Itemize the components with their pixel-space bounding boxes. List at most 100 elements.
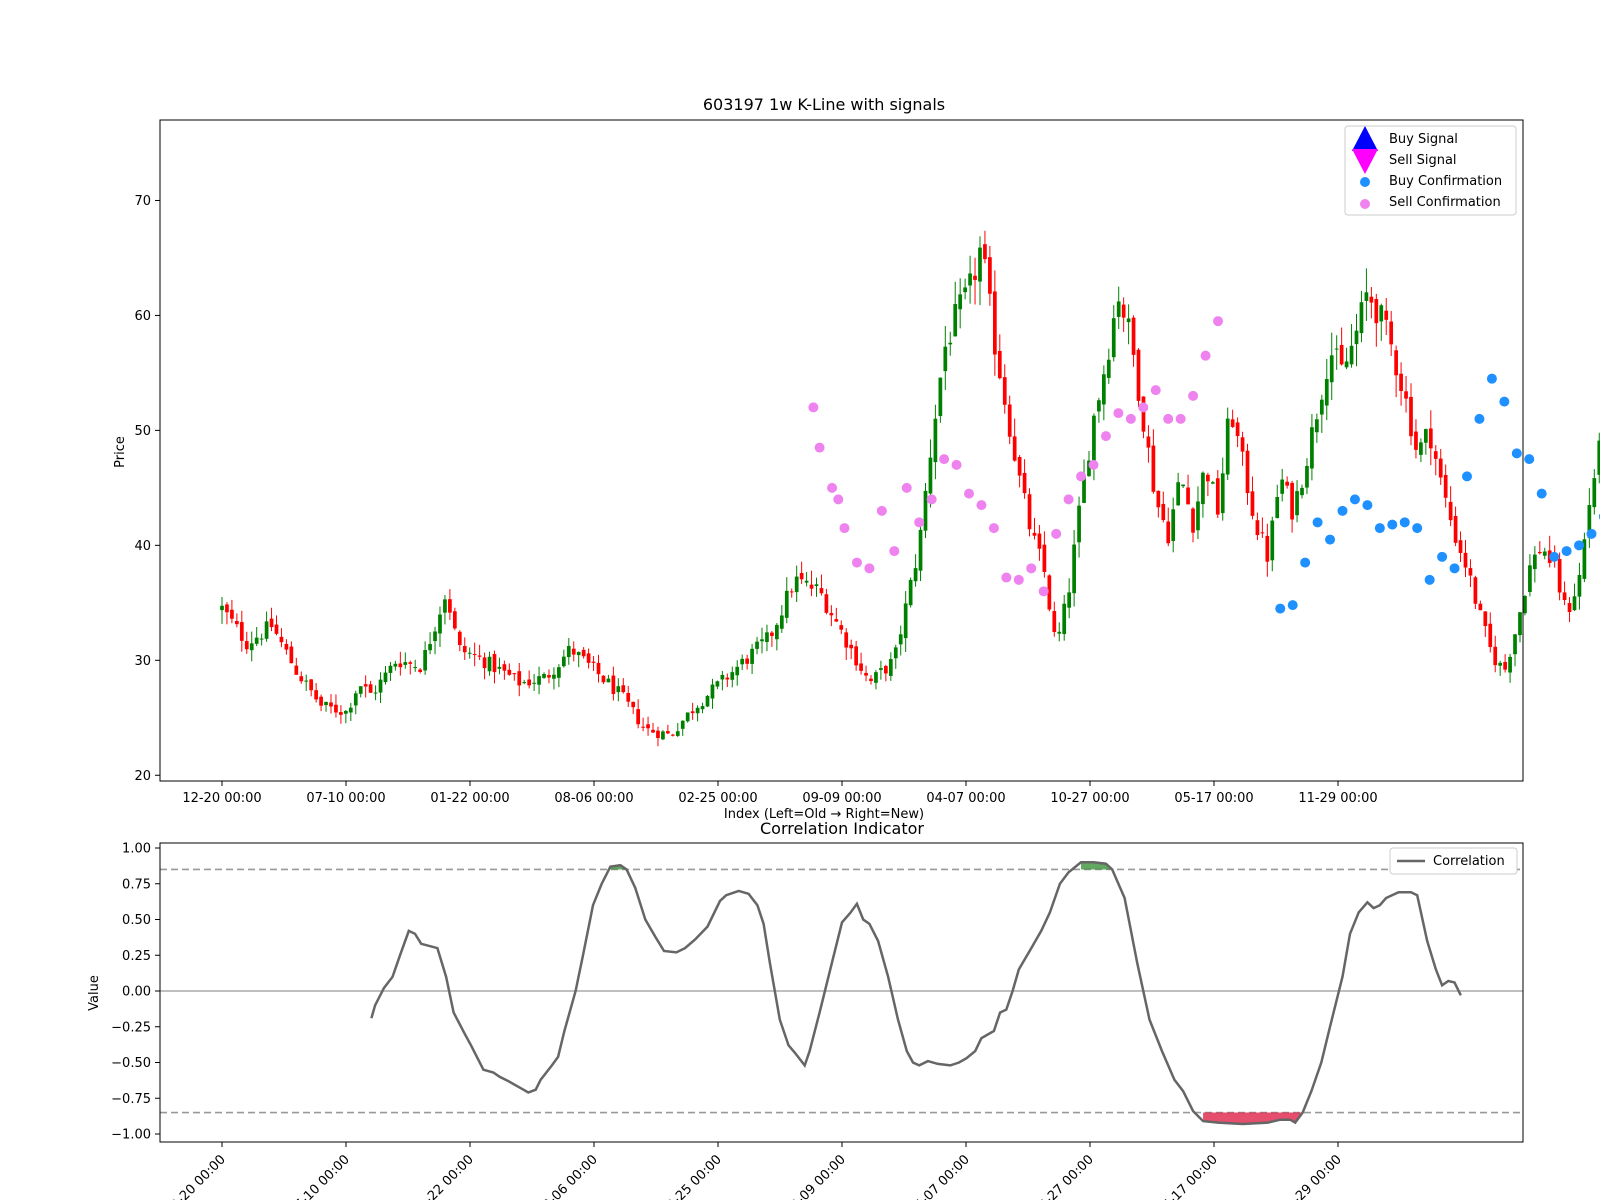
candle-body: [527, 679, 532, 686]
candle-body: [784, 590, 789, 618]
candle-body: [631, 701, 636, 708]
candle-body: [552, 674, 556, 679]
correlation-legend: Correlation: [1389, 847, 1518, 875]
candle-body: [804, 580, 809, 583]
candle-body: [1409, 396, 1413, 437]
candle-body: [1225, 418, 1230, 475]
sell-confirmation-point: [964, 488, 974, 499]
candle-body: [740, 658, 745, 665]
candle-body: [512, 673, 517, 675]
sell-confirmation-point: [1038, 586, 1049, 597]
candle-body: [908, 579, 913, 606]
sell-confirmation-point: [1188, 390, 1199, 401]
candle-body: [353, 693, 358, 706]
candle-body: [1532, 554, 1537, 570]
correlation-y-tick-label: 0.75: [122, 877, 151, 892]
candle-body: [670, 734, 675, 736]
sell-confirmation-point: [827, 482, 838, 493]
correlation-y-tick-label: 0.25: [122, 949, 151, 964]
candle-body: [348, 707, 353, 713]
candle-body: [1002, 377, 1007, 405]
candle-body: [1483, 611, 1488, 627]
candle-body: [373, 692, 378, 694]
candle-body: [235, 621, 239, 625]
buy-confirmation-point: [1474, 413, 1485, 424]
sell-confirmation-point: [1113, 408, 1124, 419]
candle-body: [1255, 520, 1260, 536]
sell-confirmation-point: [808, 402, 819, 413]
candle-body: [1151, 445, 1156, 492]
candle-body: [809, 584, 814, 589]
candle-body: [1280, 479, 1285, 494]
candle-body: [329, 702, 333, 707]
candle-body: [963, 287, 967, 293]
legend-buy-confirmation-label: Buy Confirmation: [1389, 174, 1502, 189]
correlation-y-ticks: −1.00 −0.75 −0.50 −0.25 0.00 0.25 0.50 0.75 1.00: [111, 842, 160, 1143]
candle-body: [1121, 304, 1126, 318]
candle-body: [274, 624, 279, 634]
candle-body: [244, 641, 249, 650]
candle-body: [383, 672, 388, 683]
sell-confirmation-point: [876, 505, 887, 516]
candle-body: [537, 676, 541, 685]
price-x-tick-label: 10-27 00:00: [1050, 791, 1129, 806]
correlation-x-tick-label: 08-06 00:00: [534, 1152, 601, 1200]
candle-body: [502, 664, 507, 671]
correlation-y-tick-label: 1.00: [122, 842, 151, 857]
buy-confirmation-point: [1387, 519, 1398, 530]
candle-body: [448, 599, 452, 613]
candle-body: [477, 655, 482, 657]
correlation-x-tick-label: 05-17 00:00: [1154, 1152, 1221, 1200]
candle-body: [730, 672, 735, 680]
candle-body: [656, 730, 660, 739]
buy-confirmation-point: [1349, 494, 1360, 505]
candle-body: [289, 646, 294, 664]
candle-body: [794, 576, 799, 593]
candle-body: [542, 674, 546, 678]
candle-body: [1290, 482, 1294, 520]
candle-body: [1493, 646, 1498, 666]
candle-body: [254, 637, 259, 644]
candle-body: [319, 696, 323, 706]
price-x-tick-label: 02-25 00:00: [678, 791, 757, 806]
candle-body: [997, 350, 1002, 379]
buy-confirmation-point: [1325, 534, 1336, 545]
candle-body: [1126, 318, 1131, 323]
buy-confirmation-point: [1412, 523, 1423, 534]
candle-body: [918, 529, 923, 571]
sell-confirmation-point: [839, 523, 850, 534]
candle-body: [824, 594, 829, 613]
correlation-reference-lines: [160, 868, 1523, 1114]
sell-confirmation-point: [851, 557, 862, 568]
legend-correlation-label: Correlation: [1433, 854, 1505, 869]
candle-body: [755, 641, 759, 649]
candle-body: [710, 684, 715, 699]
candle-body: [1077, 505, 1081, 543]
candle-body: [418, 669, 423, 672]
candle-body: [1419, 442, 1423, 455]
candle-body: [1265, 535, 1270, 562]
candle-body: [958, 294, 963, 310]
candle-body: [1364, 292, 1369, 301]
candle-body: [1181, 484, 1185, 487]
candle-body: [745, 658, 749, 664]
candle-body: [403, 662, 408, 665]
price-x-tick-label: 12-20 00:00: [182, 791, 261, 806]
candle-body: [1458, 540, 1463, 553]
candle-body: [304, 680, 309, 682]
candle-body: [992, 291, 997, 355]
candle-body: [571, 648, 576, 655]
candle-body: [819, 588, 824, 594]
candle-body: [685, 712, 690, 722]
candle-body: [903, 603, 908, 639]
candle-body: [1146, 436, 1151, 448]
sell-confirmation-point: [1150, 385, 1161, 396]
candle-body: [467, 652, 472, 654]
price-x-tick-label: 11-29 00:00: [1298, 791, 1377, 806]
candle-body: [557, 667, 561, 678]
candle-body: [1513, 634, 1517, 655]
candle-body: [1428, 428, 1433, 449]
candle-body: [239, 622, 244, 641]
candle-body: [581, 649, 586, 657]
candle-body: [1557, 559, 1562, 593]
